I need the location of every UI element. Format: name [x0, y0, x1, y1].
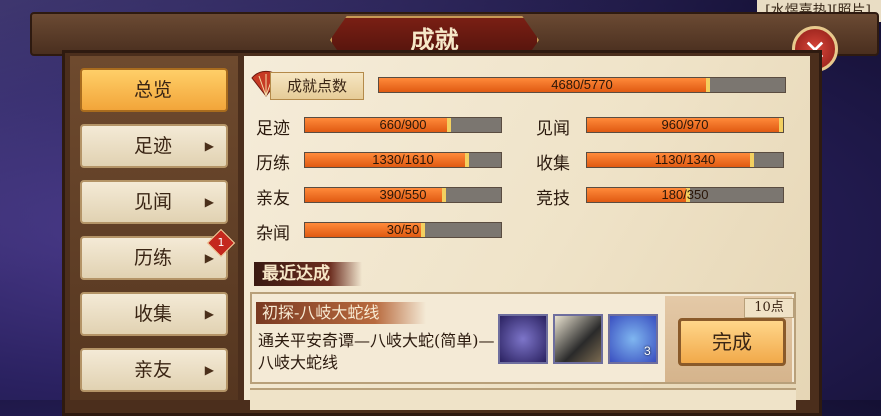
achievement-description: 通关平安奇谭—八岐大蛇(简单)—八岐大蛇线 [258, 331, 495, 372]
sidebar-item-knowledge[interactable]: 见闻 ▶ [80, 180, 228, 224]
chevron-right-icon: ▶ [204, 195, 214, 209]
total-progress-bar: 4680/5770 [378, 77, 786, 93]
sidebar-item-footprint[interactable]: 足迹 ▶ [80, 124, 228, 168]
stat-progress-bar: 1130/1340 [586, 152, 784, 168]
chevron-right-icon: ▶ [204, 363, 214, 377]
sidebar-item-label: 收集 [134, 303, 173, 325]
stat-label: 收集 [536, 154, 570, 174]
progress-text: 390/550 [379, 187, 427, 202]
sidebar-item-label: 见闻 [134, 191, 173, 213]
achievement-title: 初探-八岐大蛇线 [262, 303, 380, 322]
reward-item-painting[interactable] [553, 314, 603, 364]
stat-label: 竞技 [536, 189, 570, 209]
stat-progress-bar: 960/970 [586, 117, 784, 133]
complete-button[interactable]: 完成 [678, 318, 786, 366]
stat-progress-bar: 30/50 [304, 222, 502, 238]
sidebar-item-friends[interactable]: 亲友 ▶ [80, 348, 228, 392]
progress-text: 960/970 [661, 117, 709, 132]
sidebar-item-label: 亲友 [134, 359, 173, 381]
sidebar-item-overview[interactable]: 总览 [80, 68, 228, 112]
chevron-right-icon: ▶ [204, 139, 214, 153]
progress-text: 30/50 [386, 222, 420, 237]
sidebar-item-collection[interactable]: 收集 ▶ [80, 292, 228, 336]
stat-label: 杂闻 [256, 224, 290, 244]
sidebar-item-label: 历练 [134, 247, 173, 269]
chevron-right-icon: ▶ [204, 307, 214, 321]
reward-item-scroll[interactable] [498, 314, 548, 364]
sidebar-item-label: 总览 [134, 79, 173, 101]
progress-text: 4680/5770 [551, 77, 613, 92]
progress-text: 180/350 [661, 187, 709, 202]
progress-text: 660/900 [379, 117, 427, 132]
achievement-card-next [250, 388, 796, 410]
stat-progress-bar: 1330/1610 [304, 152, 502, 168]
stat-label: 亲友 [256, 189, 290, 209]
stat-label: 足迹 [256, 119, 290, 139]
progress-text: 1330/1610 [372, 152, 434, 167]
reward-count: 3 [644, 344, 651, 358]
stat-label: 见闻 [536, 119, 570, 139]
stat-progress-bar: 660/900 [304, 117, 502, 133]
sidebar-item-label: 足迹 [134, 135, 173, 157]
stat-progress-bar: 180/350 [586, 187, 784, 203]
achievement-points: 10点 [744, 298, 794, 318]
progress-text: 1130/1340 [654, 152, 716, 167]
recent-achievements-heading: 最近达成 [254, 262, 362, 286]
stat-label: 历练 [256, 154, 290, 174]
total-points-label: 成就点数 [270, 72, 364, 100]
stat-progress-bar: 390/550 [304, 187, 502, 203]
